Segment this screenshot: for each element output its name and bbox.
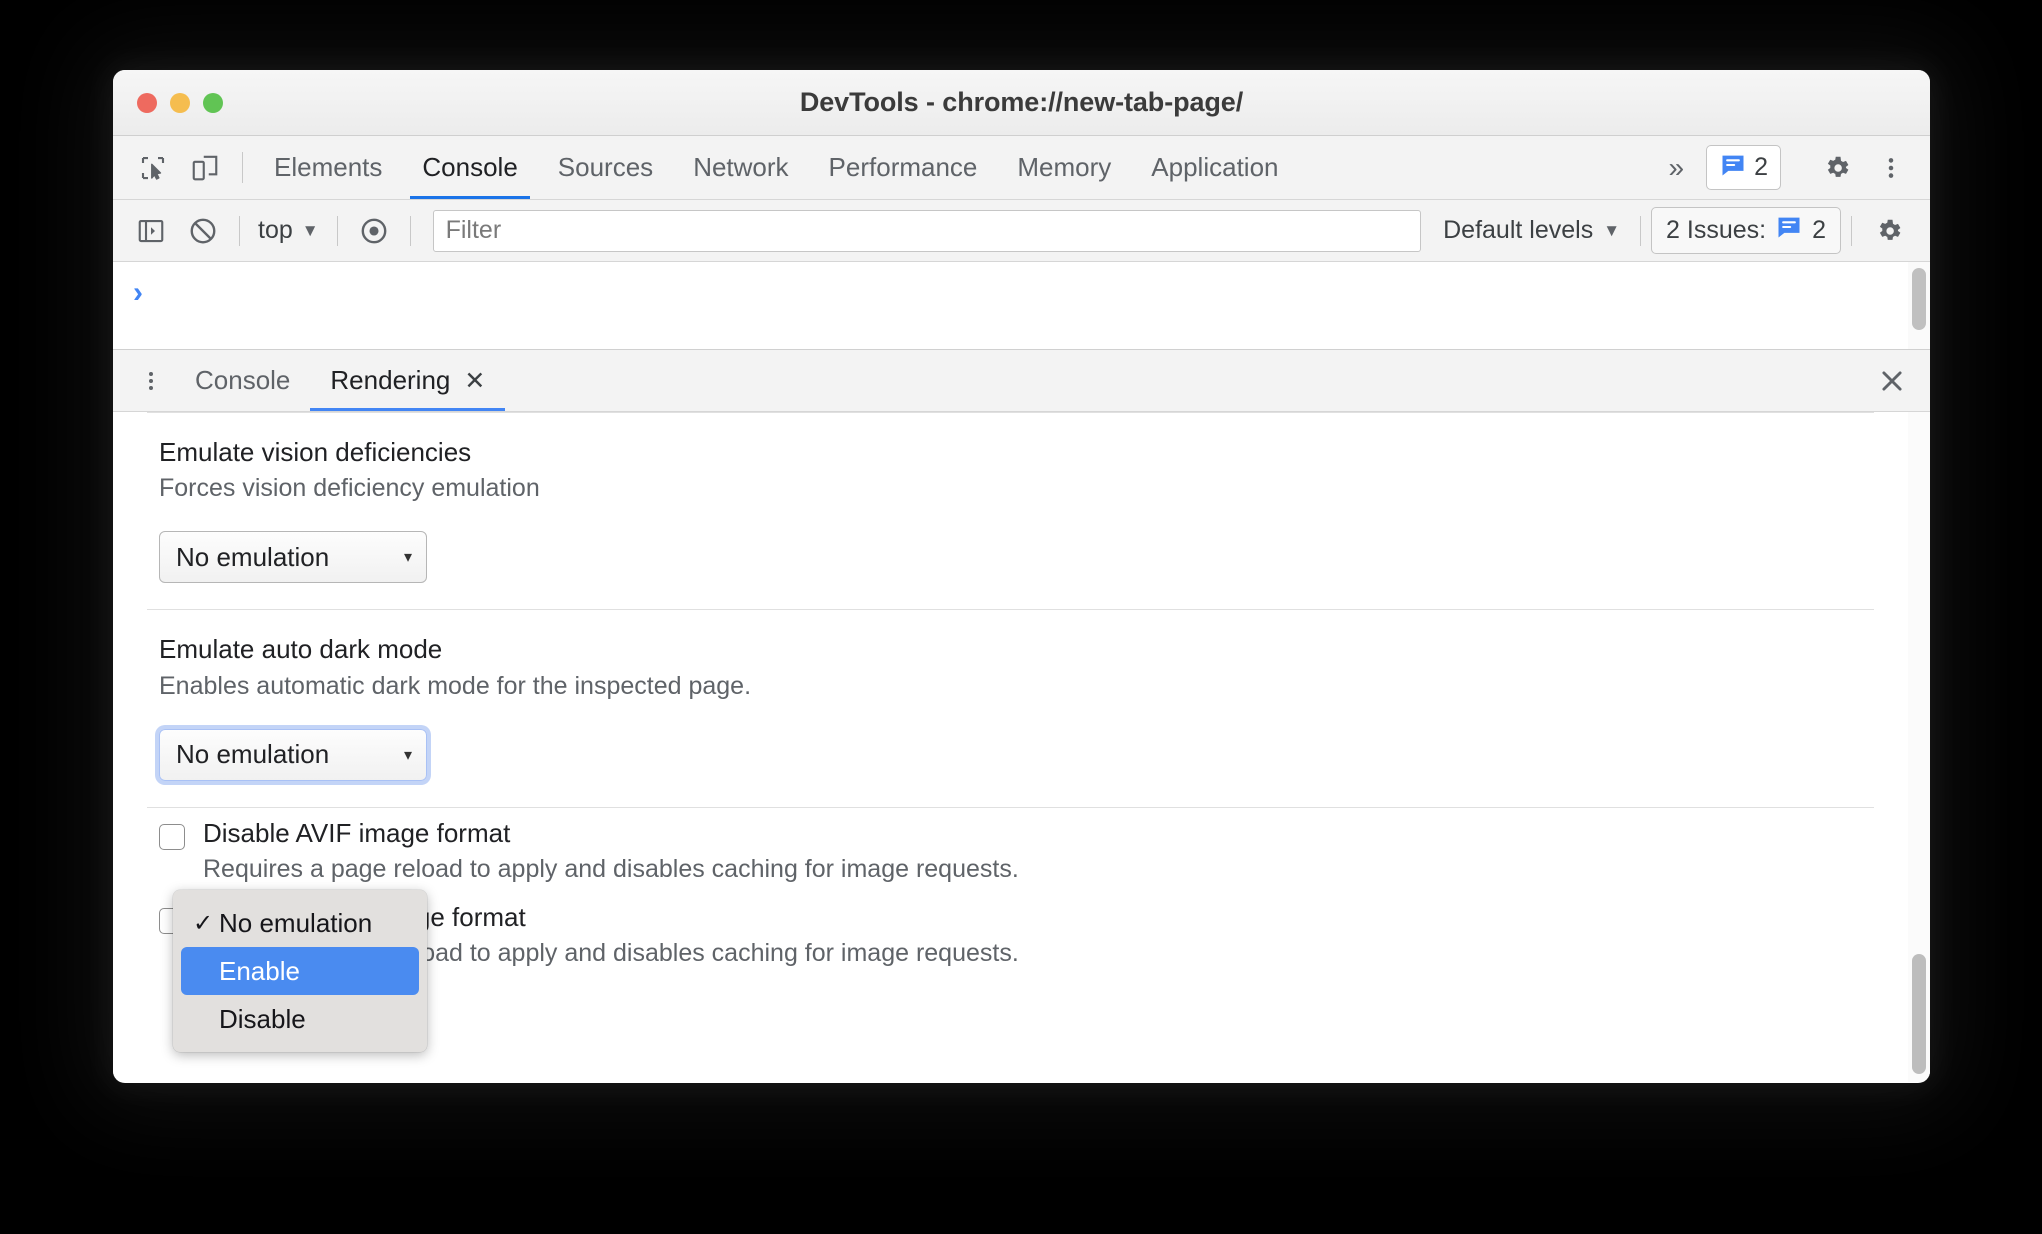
main-tabbar: Elements Console Sources Network Perform… bbox=[113, 136, 1930, 200]
tabbar-divider bbox=[242, 152, 243, 183]
setting-description: Requires a page reload to apply and disa… bbox=[203, 854, 1019, 883]
inspect-element-icon[interactable] bbox=[127, 136, 179, 199]
close-icon[interactable]: ✕ bbox=[464, 366, 485, 396]
minimize-window-button[interactable] bbox=[170, 92, 190, 113]
console-settings-gear-icon[interactable] bbox=[1862, 216, 1916, 246]
live-expression-eye-icon[interactable] bbox=[348, 209, 400, 253]
issues-summary-button[interactable]: 2 Issues: 2 bbox=[1651, 207, 1841, 254]
console-toolbar: top ▼ Default levels ▼ 2 Issues: 2 bbox=[113, 200, 1930, 262]
toolbar-divider-4 bbox=[1640, 215, 1642, 246]
window-titlebar: DevTools - chrome://new-tab-page/ bbox=[113, 70, 1930, 136]
chevron-down-icon: ▾ bbox=[403, 746, 412, 764]
issues-badge-button[interactable]: 2 bbox=[1706, 145, 1781, 190]
console-scrollbar[interactable] bbox=[1908, 262, 1930, 349]
tab-label: Performance bbox=[828, 152, 978, 182]
setting-description: Enables automatic dark mode for the insp… bbox=[159, 671, 752, 700]
traffic-lights bbox=[137, 92, 223, 113]
drawer-tab-label: Rendering bbox=[330, 365, 451, 395]
devtools-window: DevTools - chrome://new-tab-page/ Elemen… bbox=[113, 70, 1930, 1083]
tab-network[interactable]: Network bbox=[673, 136, 808, 199]
vision-deficiency-select[interactable]: No emulation ▾ bbox=[159, 531, 427, 584]
checkbox-text: Disable AVIF image format Requires a pag… bbox=[203, 816, 1019, 886]
setting-emulate-vision-deficiencies: Emulate vision deficiencies Forces visio… bbox=[159, 413, 1862, 609]
select-value: No emulation bbox=[176, 541, 330, 572]
auto-dark-mode-dropdown-menu[interactable]: ✓ No emulation Enable Disable bbox=[173, 890, 427, 1052]
issues-count: 2 bbox=[1754, 153, 1768, 181]
tab-performance[interactable]: Performance bbox=[809, 136, 998, 199]
window-title: DevTools - chrome://new-tab-page/ bbox=[799, 87, 1244, 117]
drawer-more-tools-kebab-icon[interactable] bbox=[127, 350, 175, 411]
issues-label: 2 Issues: bbox=[1666, 216, 1767, 244]
issue-speech-bubble-icon bbox=[1719, 151, 1747, 184]
close-window-button[interactable] bbox=[137, 92, 157, 113]
drawer-tab-rendering[interactable]: Rendering ✕ bbox=[310, 350, 506, 411]
close-drawer-button[interactable] bbox=[1854, 350, 1930, 411]
chevron-down-icon: ▾ bbox=[403, 549, 412, 567]
menu-item-label: Enable bbox=[219, 955, 300, 986]
menu-item-disable[interactable]: Disable bbox=[181, 995, 419, 1043]
settings-gear-icon[interactable] bbox=[1810, 153, 1864, 183]
setting-description: Forces vision deficiency emulation bbox=[159, 474, 540, 503]
tab-label: Sources bbox=[557, 152, 654, 182]
drawer-tab-console[interactable]: Console bbox=[175, 350, 310, 411]
log-levels-selector[interactable]: Default levels ▼ bbox=[1433, 216, 1630, 245]
rendering-scrollbar-thumb[interactable] bbox=[1912, 954, 1926, 1074]
console-prompt-icon: › bbox=[133, 276, 143, 309]
tab-console[interactable]: Console bbox=[402, 136, 537, 199]
tab-label: Application bbox=[1151, 152, 1279, 182]
toolbar-divider-1 bbox=[239, 215, 240, 246]
disable-avif-checkbox[interactable] bbox=[159, 823, 185, 850]
console-output-area[interactable]: › bbox=[113, 262, 1930, 350]
clear-console-icon[interactable] bbox=[177, 209, 229, 253]
setting-emulate-auto-dark-mode: Emulate auto dark mode Enables automatic… bbox=[159, 610, 1862, 806]
menu-item-label: Disable bbox=[219, 1003, 306, 1034]
chevron-down-icon: ▼ bbox=[1603, 220, 1621, 240]
console-sidebar-toggle-icon[interactable] bbox=[125, 209, 177, 253]
issue-speech-bubble-icon bbox=[1775, 213, 1803, 248]
select-value: No emulation bbox=[176, 739, 330, 770]
console-scrollbar-thumb[interactable] bbox=[1912, 268, 1926, 330]
toolbar-divider-2 bbox=[336, 215, 338, 246]
tab-elements[interactable]: Elements bbox=[254, 136, 402, 199]
drawer-tabbar: Console Rendering ✕ bbox=[113, 350, 1930, 412]
log-levels-value: Default levels bbox=[1443, 216, 1594, 244]
tab-application[interactable]: Application bbox=[1131, 136, 1298, 199]
tabbar-right-controls: » 2 bbox=[1653, 136, 1930, 199]
menu-item-no-emulation[interactable]: ✓ No emulation bbox=[181, 899, 419, 947]
menu-item-label: No emulation bbox=[219, 907, 373, 938]
zoom-window-button[interactable] bbox=[203, 92, 223, 113]
setting-title: Emulate auto dark mode bbox=[159, 634, 443, 665]
more-tabs-icon[interactable]: » bbox=[1653, 152, 1701, 184]
tab-sources[interactable]: Sources bbox=[538, 136, 673, 199]
setting-title: Emulate vision deficiencies bbox=[159, 437, 472, 467]
execution-context-value: top bbox=[258, 216, 293, 244]
execution-context-selector[interactable]: top ▼ bbox=[250, 216, 327, 245]
tab-label: Console bbox=[422, 152, 518, 182]
more-options-kebab-icon[interactable] bbox=[1864, 153, 1918, 183]
setting-title: Disable AVIF image format bbox=[203, 817, 511, 848]
toolbar-divider-3 bbox=[409, 215, 411, 246]
drawer-tab-label: Console bbox=[195, 365, 291, 395]
menu-item-enable[interactable]: Enable bbox=[181, 947, 419, 995]
tab-memory[interactable]: Memory bbox=[997, 136, 1131, 199]
toolbar-divider-5 bbox=[1851, 215, 1852, 246]
auto-dark-mode-select[interactable]: No emulation ▾ bbox=[159, 728, 427, 781]
tab-label: Memory bbox=[1017, 152, 1112, 182]
tab-label: Network bbox=[693, 152, 789, 182]
filter-input[interactable] bbox=[432, 209, 1422, 252]
device-toolbar-icon[interactable] bbox=[179, 136, 231, 199]
chevron-down-icon: ▼ bbox=[301, 220, 319, 240]
issues-count: 2 bbox=[1812, 216, 1826, 244]
checkmark-icon: ✓ bbox=[193, 909, 214, 937]
setting-disable-avif: Disable AVIF image format Requires a pag… bbox=[159, 808, 1862, 892]
rendering-panel-scrollbar[interactable] bbox=[1908, 412, 1930, 1082]
tab-label: Elements bbox=[274, 152, 383, 182]
